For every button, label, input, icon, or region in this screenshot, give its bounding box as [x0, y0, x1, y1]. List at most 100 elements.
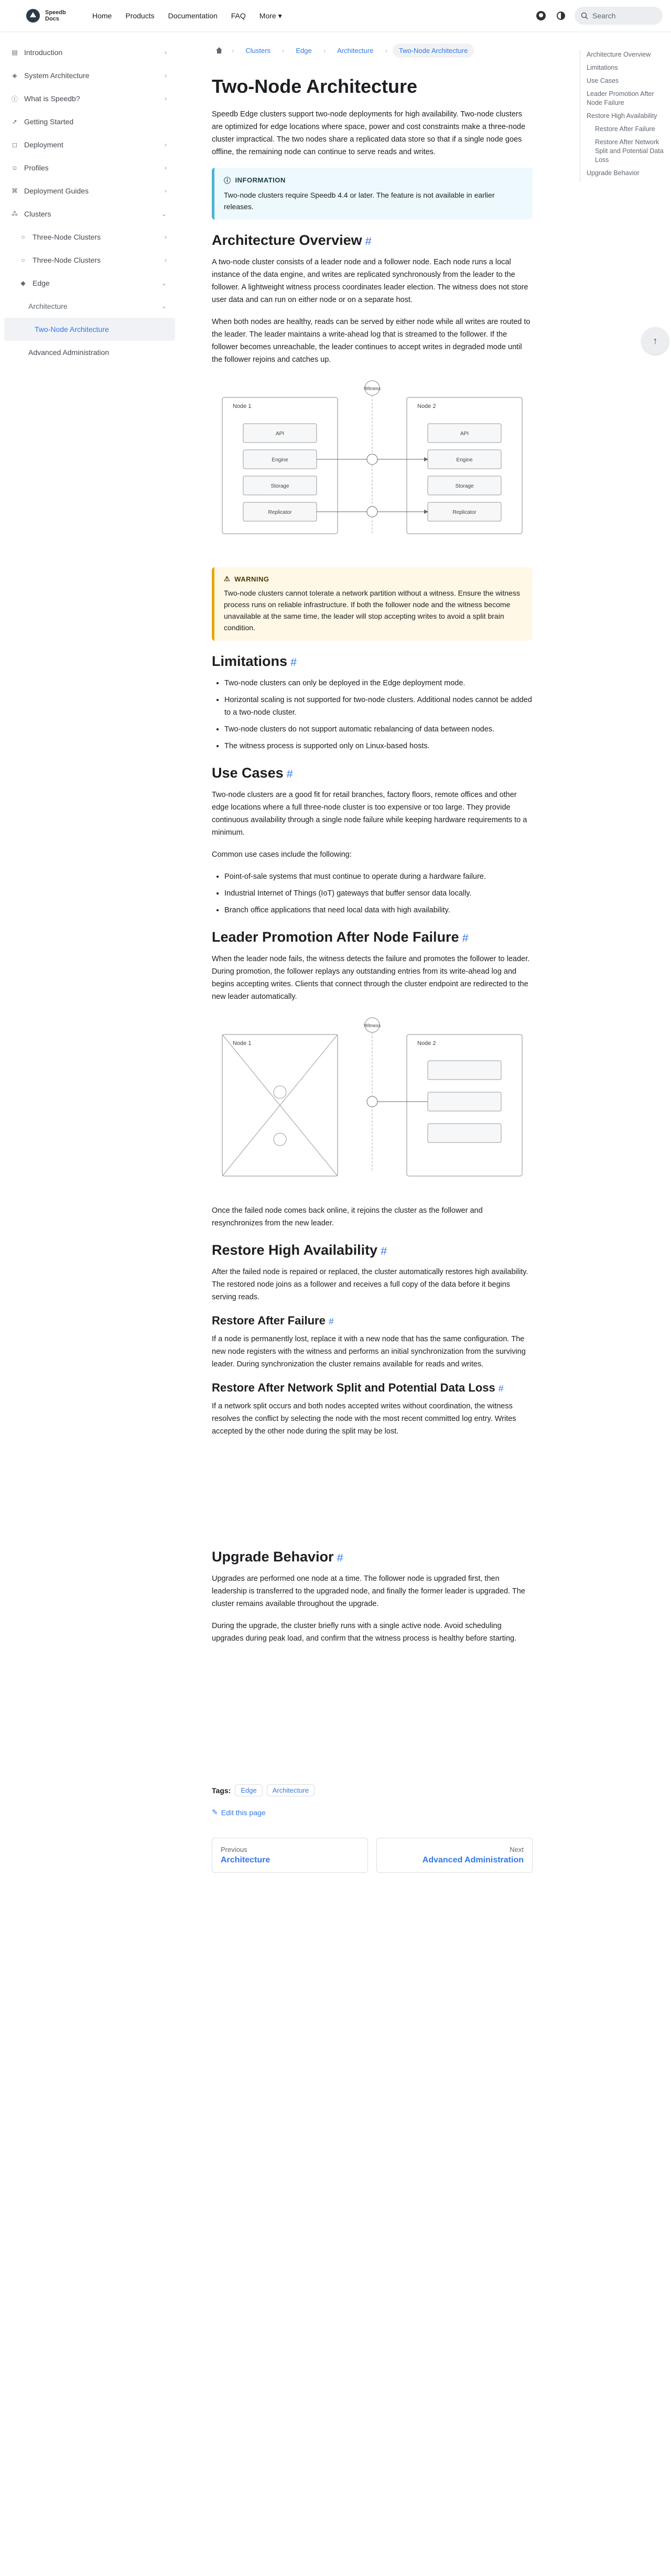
- usecases-paragraph-2: Common use cases include the following:: [212, 850, 352, 859]
- sidebar-item-advanced-admin[interactable]: Advanced Administration: [4, 341, 175, 364]
- sidebar-item-profiles[interactable]: ☺ Profiles ›: [4, 156, 175, 179]
- arrow-up-icon: ↑: [653, 335, 658, 346]
- heading-restore-ha: Restore High Availability #: [212, 1242, 387, 1258]
- list-item: Point-of-sale systems that must continue…: [224, 870, 533, 883]
- info-body: Two-node clusters require Speedb 4.4 or …: [224, 191, 495, 211]
- user-icon: ☺: [11, 164, 18, 171]
- leader-paragraph-2: Once the failed node comes back online, …: [212, 1206, 483, 1227]
- toc-link[interactable]: Restore High Availability: [587, 112, 668, 121]
- anchor-link[interactable]: #: [290, 655, 297, 669]
- anchor-link[interactable]: #: [287, 767, 293, 780]
- chevron-right-icon: ›: [165, 72, 167, 79]
- sidebar-item-two-node-architecture[interactable]: Two-Node Architecture: [4, 318, 175, 341]
- cluster-icon: ⁂: [12, 210, 18, 218]
- page-title: Two-Node Architecture: [212, 76, 418, 97]
- toc-link[interactable]: Limitations: [587, 63, 668, 72]
- book-icon: ▤: [12, 49, 18, 56]
- tags-label: Tags:: [212, 1786, 231, 1795]
- anchor-link[interactable]: #: [337, 1551, 343, 1564]
- nav-link-faq[interactable]: FAQ: [231, 12, 246, 20]
- heading-upgrade-behavior: Upgrade Behavior #: [212, 1549, 343, 1565]
- heading-limitations: Limitations #: [212, 653, 297, 669]
- chevron-right-icon: ›: [165, 256, 167, 264]
- warning-icon: ⚠: [224, 575, 231, 583]
- list-item: Two-node clusters can only be deployed i…: [224, 677, 533, 689]
- sidebar-item-introduction[interactable]: ▤ Introduction ›: [4, 41, 175, 64]
- search-input[interactable]: Search: [575, 7, 663, 25]
- search-placeholder: Search: [592, 12, 616, 20]
- diagram1-part: Engine: [456, 457, 473, 463]
- split-paragraph: If a network split occurs and both nodes…: [212, 1402, 516, 1436]
- toc-link[interactable]: Use Cases: [587, 77, 668, 85]
- home-icon[interactable]: [212, 43, 226, 58]
- anchor-link[interactable]: #: [381, 1244, 387, 1257]
- sidebar-item-system-architecture[interactable]: ◈ System Architecture ›: [4, 64, 175, 87]
- circle-icon: ○: [21, 233, 25, 241]
- nav-link-more[interactable]: More ▾: [259, 12, 282, 20]
- breadcrumb-current: Two-Node Architecture: [392, 43, 474, 58]
- toc-link[interactable]: Leader Promotion After Node Failure: [587, 90, 668, 107]
- upgrade-paragraph-2: During the upgrade, the cluster briefly …: [212, 1622, 517, 1643]
- sidebar-item-three-node-2[interactable]: ○ Three-Node Clusters ›: [4, 249, 175, 272]
- breadcrumb-architecture[interactable]: Architecture: [331, 44, 380, 58]
- diagram1-part: API: [276, 431, 284, 437]
- anchor-link[interactable]: #: [499, 1383, 504, 1394]
- list-item: Two-node clusters do not support automat…: [224, 723, 533, 736]
- sidebar-item-deployment[interactable]: ◻ Deployment ›: [4, 133, 175, 156]
- heading-restore-after-split: Restore After Network Split and Potentia…: [212, 1381, 504, 1394]
- nav-link-products[interactable]: Products: [125, 12, 154, 20]
- sidebar-item-deployment-guides[interactable]: ⌘ Deployment Guides ›: [4, 179, 175, 202]
- toc-link[interactable]: Upgrade Behavior: [587, 169, 668, 178]
- toc-link[interactable]: Restore After Network Split and Potentia…: [587, 138, 668, 165]
- diagram1-node-label: Node 2: [417, 403, 436, 409]
- tag-edge[interactable]: Edge: [235, 1784, 263, 1796]
- layers-icon: ◈: [12, 72, 17, 79]
- heading-use-cases: Use Cases #: [212, 765, 293, 781]
- tag-architecture[interactable]: Architecture: [266, 1784, 315, 1796]
- diagram1-part: Replicator: [452, 510, 477, 515]
- chevron-down-icon: ⌄: [161, 210, 167, 218]
- nav-link-home[interactable]: Home: [92, 12, 112, 20]
- heading-restore-after-failure: Restore After Failure #: [212, 1314, 334, 1327]
- anchor-link[interactable]: #: [329, 1316, 334, 1327]
- toc-link[interactable]: Architecture Overview: [587, 50, 668, 59]
- sidebar-item-architecture[interactable]: Architecture ⌄: [4, 295, 175, 318]
- navbar: Speedb Docs Home Products Documentation …: [0, 0, 671, 31]
- toc-link[interactable]: Restore After Failure: [587, 125, 668, 134]
- info-admonition: ⓘ INFORMATION Two-node clusters require S…: [212, 168, 533, 220]
- info-icon: ⓘ: [11, 95, 18, 103]
- usecases-paragraph-1: Two-node clusters are a good fit for ret…: [212, 791, 527, 837]
- list-item: Horizontal scaling is not supported for …: [224, 694, 533, 719]
- sidebar-item-clusters[interactable]: ⁂ Clusters ⌄: [4, 202, 175, 225]
- sidebar-item-what-is[interactable]: ⓘ What is Speedb? ›: [4, 87, 175, 110]
- anchor-link[interactable]: #: [462, 931, 469, 944]
- edit-page-link[interactable]: ✎ Edit this page: [212, 1808, 533, 1817]
- chevron-down-icon: ⌄: [161, 279, 167, 287]
- usecases-list: Point-of-sale systems that must continue…: [212, 870, 533, 917]
- diagram1-witness: Witness: [364, 386, 381, 391]
- breadcrumb-edge[interactable]: Edge: [289, 44, 318, 58]
- pager-previous[interactable]: Previous Architecture: [212, 1838, 368, 1873]
- breadcrumb: › Clusters › Edge › Architecture › Two-N…: [212, 31, 533, 58]
- sidebar-item-three-node-1[interactable]: ○ Three-Node Clusters ›: [4, 225, 175, 249]
- cube-icon: ◻: [12, 141, 17, 148]
- logo-icon: [26, 9, 40, 23]
- brand-logo-link[interactable]: Speedb Docs: [25, 8, 77, 24]
- github-icon[interactable]: [535, 9, 547, 22]
- sidebar-item-edge[interactable]: ◆ Edge ⌄: [4, 272, 175, 295]
- overview-paragraph-1: A two-node cluster consists of a leader …: [212, 258, 528, 304]
- pager-next[interactable]: Next Advanced Administration: [376, 1838, 533, 1873]
- breadcrumb-clusters[interactable]: Clusters: [239, 44, 277, 58]
- search-icon: [581, 12, 588, 19]
- intro-paragraph: Speedb Edge clusters support two-node de…: [212, 110, 526, 156]
- anchor-link[interactable]: #: [365, 234, 372, 247]
- back-to-top-button[interactable]: ↑: [642, 327, 669, 354]
- diagram2-node-label: Node 1: [233, 1040, 251, 1047]
- nav-link-documentation[interactable]: Documentation: [168, 12, 218, 20]
- table-of-contents: Architecture Overview Limitations Use Ca…: [580, 50, 668, 182]
- pencil-icon: ✎: [212, 1808, 218, 1816]
- sidebar-item-getting-started[interactable]: ➚ Getting Started: [4, 110, 175, 133]
- theme-toggle-icon[interactable]: [555, 9, 567, 22]
